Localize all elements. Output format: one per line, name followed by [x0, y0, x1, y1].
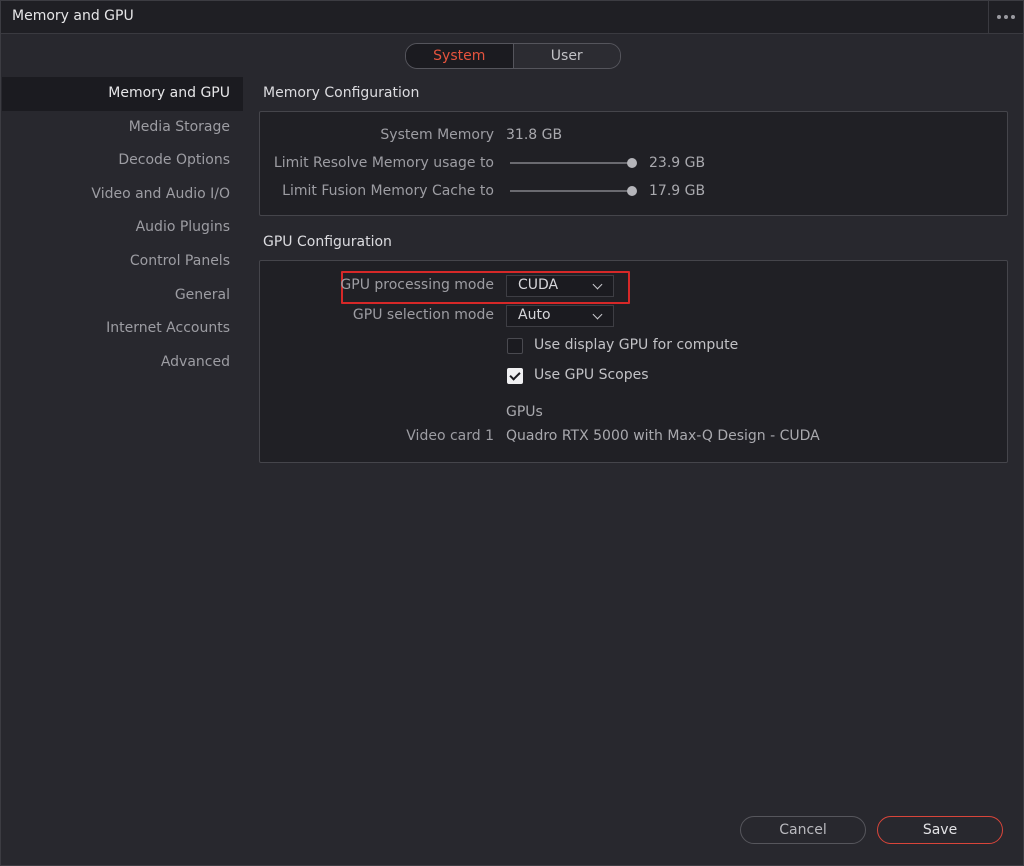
sidebar-item-audio-plugins[interactable]: Audio Plugins [2, 211, 243, 245]
window-title: Memory and GPU [12, 8, 134, 24]
preferences-window: Memory and GPU System User Memory and GP… [0, 0, 1024, 866]
gpu-section-title: GPU Configuration [263, 234, 392, 250]
gpu-scopes-label: Use GPU Scopes [534, 367, 649, 383]
resolve-memory-label: Limit Resolve Memory usage to [273, 155, 494, 171]
more-options-icon[interactable] [988, 1, 1023, 33]
resolve-memory-slider-handle[interactable] [627, 158, 637, 168]
gpu-selection-mode-value: Auto [518, 307, 551, 323]
chevron-down-icon [592, 279, 603, 290]
title-bar: Memory and GPU [1, 1, 1023, 34]
gpu-selection-mode-dropdown[interactable]: Auto [506, 305, 614, 327]
sidebar-item-internet-accounts[interactable]: Internet Accounts [2, 312, 243, 346]
display-gpu-label: Use display GPU for compute [534, 337, 739, 353]
sidebar-item-advanced[interactable]: Advanced [2, 346, 243, 380]
tab-system[interactable]: System [406, 44, 514, 68]
resolve-memory-slider[interactable] [510, 162, 632, 164]
sidebar: Memory and GPU Media Storage Decode Opti… [2, 77, 243, 379]
tab-user[interactable]: User [513, 44, 620, 68]
system-user-toggle: System User [405, 43, 621, 69]
fusion-memory-slider-handle[interactable] [627, 186, 637, 196]
gpu-scopes-checkbox[interactable] [507, 368, 523, 384]
sidebar-item-control-panels[interactable]: Control Panels [2, 245, 243, 279]
gpus-heading: GPUs [506, 404, 543, 420]
sidebar-item-decode-options[interactable]: Decode Options [2, 144, 243, 178]
resolve-memory-value: 23.9 GB [649, 155, 706, 171]
gpu-processing-mode-value: CUDA [518, 277, 559, 293]
checkmark-icon [509, 369, 521, 381]
sidebar-item-video-audio-io[interactable]: Video and Audio I/O [2, 178, 243, 212]
fusion-memory-slider[interactable] [510, 190, 632, 192]
sidebar-item-media-storage[interactable]: Media Storage [2, 111, 243, 145]
gpu-selection-mode-label: GPU selection mode [352, 307, 494, 323]
gpu-processing-mode-label: GPU processing mode [340, 277, 494, 293]
fusion-memory-label: Limit Fusion Memory Cache to [282, 183, 494, 199]
save-button[interactable]: Save [877, 816, 1003, 844]
cancel-button[interactable]: Cancel [740, 816, 866, 844]
sidebar-item-memory-and-gpu[interactable]: Memory and GPU [2, 77, 243, 111]
video-card-label: Video card 1 [406, 428, 494, 444]
gpu-processing-mode-dropdown[interactable]: CUDA [506, 275, 614, 297]
display-gpu-checkbox[interactable] [507, 338, 523, 354]
system-memory-label: System Memory [380, 127, 494, 143]
memory-section-title: Memory Configuration [263, 85, 420, 101]
chevron-down-icon [592, 309, 603, 320]
system-memory-value: 31.8 GB [506, 127, 563, 143]
sidebar-item-general[interactable]: General [2, 279, 243, 313]
video-card-value: Quadro RTX 5000 with Max-Q Design - CUDA [506, 428, 820, 444]
fusion-memory-value: 17.9 GB [649, 183, 706, 199]
